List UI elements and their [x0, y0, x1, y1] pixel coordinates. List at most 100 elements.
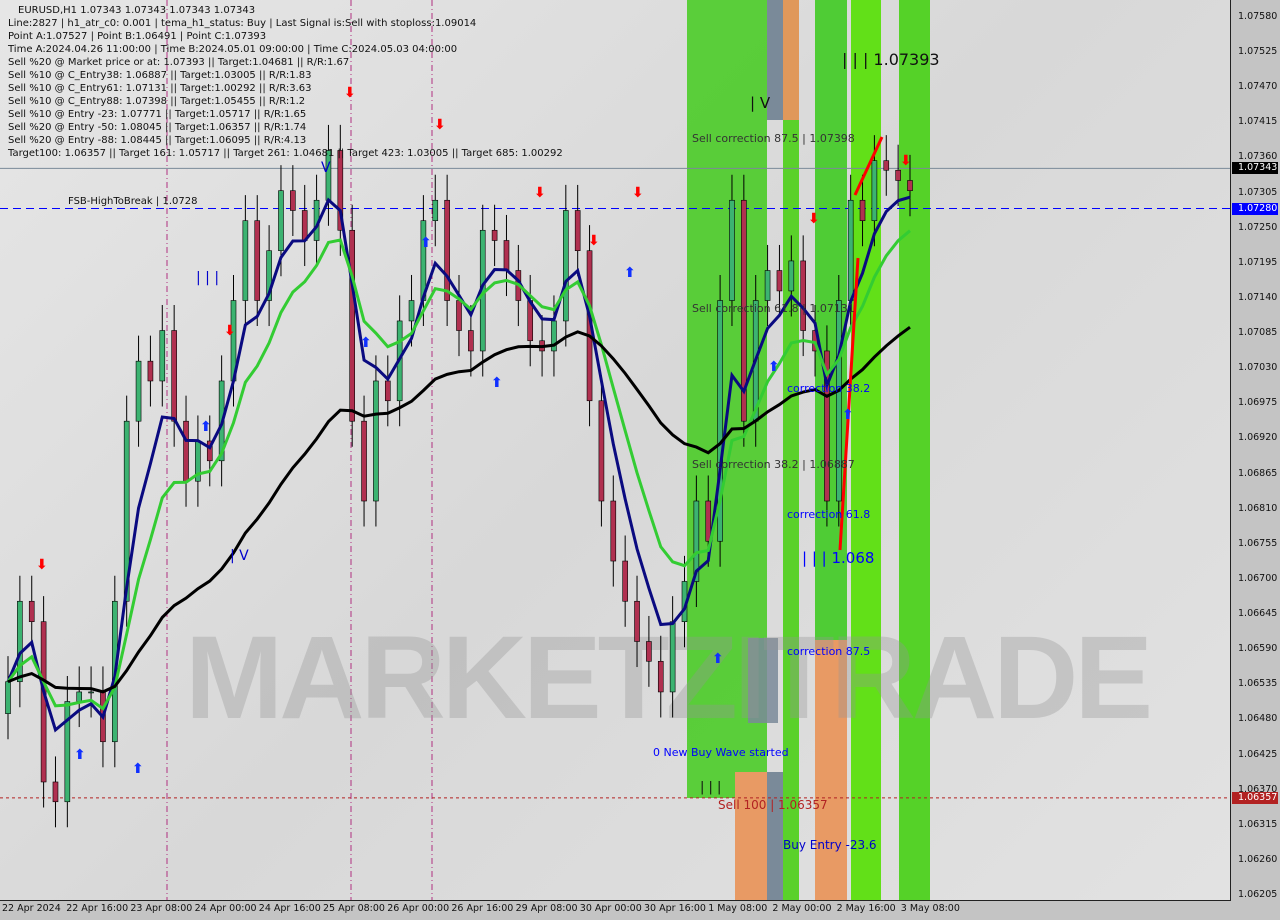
candle-body	[384, 380, 391, 402]
candle-body	[871, 160, 878, 221]
buy-arrow-icon: ⬆	[491, 375, 503, 391]
buy-entry-label: Buy Entry -23.6	[783, 838, 877, 852]
sell-correction-38-label: Sell correction 38.2 | 1.06887	[692, 458, 855, 471]
wave-marks-label: | | |	[700, 780, 722, 795]
trend-line	[853, 136, 884, 196]
signal-info-line: Point A:1.07527 | Point B:1.06491 | Poin…	[8, 31, 267, 42]
price-tick-label: 1.07525	[1238, 46, 1278, 58]
price-tick-label: 1.06315	[1238, 818, 1278, 830]
candle-body	[729, 199, 735, 301]
price-tick-label: 1.07250	[1238, 221, 1278, 233]
signal-info-line: Sell %20 @ Market price or at: 1.07393 |…	[8, 57, 350, 68]
price-tick-label: 1.07140	[1238, 291, 1278, 303]
price-tick-label: 1.07085	[1238, 327, 1278, 339]
price-level-tag: 1.07280	[1232, 202, 1278, 215]
signal-info-line: Sell %10 @ C_Entry88: 1.07398 || Target:…	[8, 96, 306, 107]
price-tick-label: 1.06260	[1238, 853, 1278, 865]
candle-body	[444, 199, 450, 301]
candle-body	[64, 701, 71, 803]
wave-4-label: | V	[750, 94, 771, 112]
candle-body	[468, 330, 474, 352]
buy-arrow-icon: ⬆	[624, 265, 636, 281]
time-tick-label: 25 Apr 08:00	[323, 903, 385, 914]
candle-body	[657, 660, 664, 693]
price-tick-label: 1.06425	[1238, 748, 1278, 760]
price-tick-label: 1.06810	[1238, 502, 1278, 514]
candle-body	[254, 220, 261, 301]
candle-body	[76, 691, 83, 702]
time-tick-label: 29 Apr 08:00	[515, 903, 578, 914]
time-tick-label: 24 Apr 00:00	[194, 903, 257, 914]
signal-info-line: Sell %10 @ C_Entry38: 1.06887 || Target:…	[8, 70, 312, 81]
candle-body	[622, 560, 628, 602]
buy-arrow-icon: ⬆	[768, 359, 780, 375]
candle-body	[563, 210, 569, 322]
candle-body	[349, 229, 355, 422]
sell-arrow-icon: ⬇	[36, 557, 48, 573]
price-tick-label: 1.06535	[1238, 678, 1278, 690]
price-tick-label: 1.06480	[1238, 713, 1278, 725]
price-tick-label: 1.06975	[1238, 397, 1278, 409]
candle-body	[183, 420, 189, 482]
candle-body	[895, 169, 901, 181]
sell-arrow-icon: ⬇	[534, 185, 546, 201]
signal-info-line: Sell %20 @ Entry -88: 1.08445 || Target:…	[8, 135, 307, 146]
sell-correction-87-label: Sell correction 87.5 | 1.07398	[692, 132, 855, 145]
candle-body	[135, 360, 142, 422]
wave-3-low-label: | | | 1.068	[802, 549, 875, 567]
sell-100-label: Sell 100 | 1.06357	[718, 798, 828, 812]
candle-body	[408, 300, 415, 322]
wave-3-left-label: | | |	[196, 270, 220, 286]
price-tick-label: 1.07470	[1238, 81, 1278, 93]
candle-body	[373, 380, 379, 502]
candle-body	[5, 681, 11, 714]
candle-body	[574, 210, 581, 252]
signal-info-line: Sell %10 @ Entry -23: 1.07771 || Target:…	[8, 109, 307, 120]
wave-4-left-label: | V	[230, 548, 249, 564]
time-tick-label: 2 May 00:00	[772, 903, 832, 914]
candle-body	[88, 691, 94, 694]
chart-plot-area[interactable]: MARKETZITRADE EURUSD,H1 1.07343 1.07343 …	[0, 0, 1231, 901]
wave-3-label: | | | 1.07393	[842, 50, 940, 69]
price-tick-label: 1.07195	[1238, 256, 1278, 268]
candle-body	[610, 500, 617, 562]
candle-body	[278, 190, 284, 252]
time-tick-label: 3 May 08:00	[900, 903, 960, 914]
price-tick-label: 1.06920	[1238, 432, 1278, 444]
time-tick-label: 30 Apr 16:00	[644, 903, 706, 914]
candle-body	[764, 270, 771, 301]
time-tick-label: 30 Apr 00:00	[579, 903, 642, 914]
price-tick-label: 1.07360	[1238, 151, 1278, 163]
fsb-label: FSB-HighToBreak | 1.0728	[68, 196, 198, 207]
correction-61-label: correction 61.8	[787, 508, 871, 521]
signal-info-line: Sell %10 @ C_Entry61: 1.07131 || Target:…	[8, 83, 312, 94]
price-tick-label: 1.06700	[1238, 572, 1278, 584]
candle-body	[907, 180, 913, 191]
candle-body	[491, 229, 498, 241]
buy-arrow-icon: ⬆	[200, 419, 212, 435]
chart-title: EURUSD,H1 1.07343 1.07343 1.07343 1.0734…	[18, 5, 256, 16]
candle-body	[646, 641, 652, 662]
price-tick-label: 1.06645	[1238, 608, 1278, 620]
candle-body	[147, 360, 154, 382]
candle-body	[669, 621, 676, 693]
price-tick-label: 1.07030	[1238, 362, 1278, 374]
time-tick-label: 26 Apr 16:00	[451, 903, 514, 914]
signal-info-line: Time A:2024.04.26 11:00:00 | Time B:2024…	[8, 44, 458, 55]
price-tick-label: 1.07415	[1238, 116, 1278, 128]
candle-body	[159, 330, 166, 382]
price-tick-label: 1.06755	[1238, 537, 1278, 549]
time-tick-label: 2 May 16:00	[836, 903, 896, 914]
candle-body	[52, 781, 59, 803]
candle-body	[634, 600, 640, 642]
candle-body	[28, 600, 35, 622]
candle-body	[788, 260, 795, 292]
candle-body	[776, 270, 783, 292]
candle-body	[598, 400, 605, 502]
time-tick-label: 22 Apr 2024	[2, 903, 61, 914]
signal-info-line: Line:2827 | h1_atr_c0: 0.001 | tema_h1_s…	[8, 18, 477, 29]
wave-5-label: V	[321, 160, 331, 176]
sell-arrow-icon: ⬇	[434, 117, 446, 133]
candle-body	[171, 330, 177, 422]
time-tick-label: 24 Apr 16:00	[258, 903, 321, 914]
